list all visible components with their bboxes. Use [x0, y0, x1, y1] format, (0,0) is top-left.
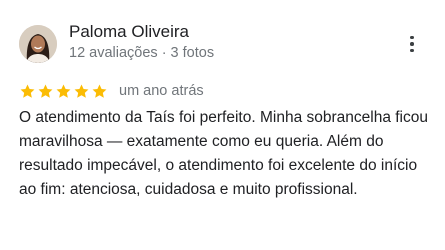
avatar[interactable]	[19, 25, 57, 63]
star-icon	[74, 84, 89, 98]
more-options-button[interactable]	[402, 32, 422, 56]
avatar-photo	[19, 25, 57, 63]
review-date: um ano atrás	[119, 83, 204, 99]
rating-row: um ano atrás	[19, 80, 204, 102]
star-icon	[56, 84, 71, 98]
more-vert-icon-dot	[410, 48, 414, 53]
review-text: O atendimento da Taís foi perfeito. Minh…	[19, 109, 428, 198]
review-card: Paloma Oliveira 12 avaliações · 3 fotos …	[0, 0, 445, 250]
star-rating	[19, 83, 108, 100]
star-icon	[38, 84, 53, 98]
more-vert-icon-dot	[410, 42, 414, 46]
reviewer-name[interactable]: Paloma Oliveira	[69, 22, 189, 42]
star-icon	[20, 84, 35, 98]
star-icon	[92, 84, 107, 98]
more-vert-icon	[410, 35, 414, 40]
reviewer-meta: 12 avaliações · 3 fotos	[69, 45, 215, 61]
